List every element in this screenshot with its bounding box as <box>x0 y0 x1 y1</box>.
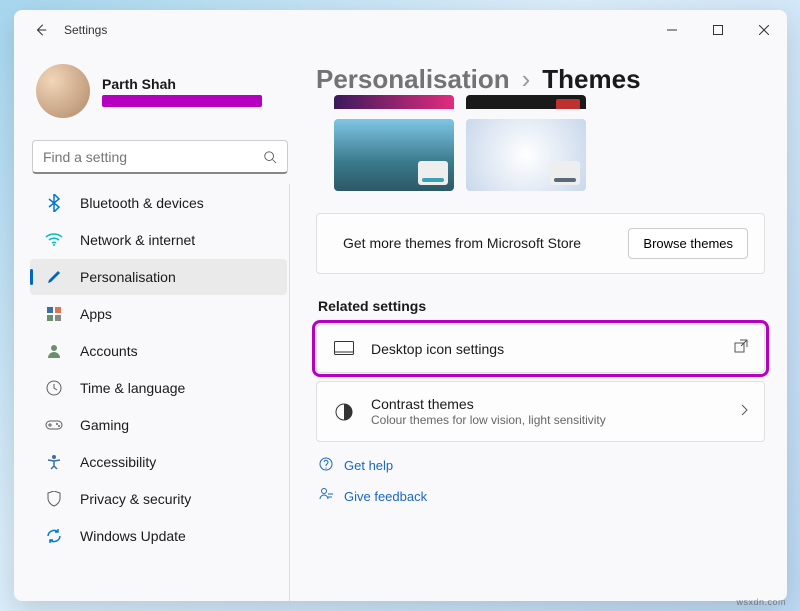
get-help-link[interactable]: Get help <box>316 450 765 481</box>
maximize-icon <box>713 25 723 35</box>
theme-thumbnail[interactable] <box>334 119 454 191</box>
nav-label: Accounts <box>80 343 138 359</box>
avatar <box>36 64 90 118</box>
breadcrumb-parent[interactable]: Personalisation <box>316 64 510 95</box>
user-email-redacted <box>102 95 262 107</box>
contrast-icon <box>333 403 355 421</box>
watermark: wsxdn.com <box>736 597 786 607</box>
user-name: Parth Shah <box>102 76 262 92</box>
sidebar-item-privacy[interactable]: Privacy & security <box>30 481 287 517</box>
update-icon <box>44 526 64 546</box>
sidebar-item-personalisation[interactable]: Personalisation <box>30 259 287 295</box>
sidebar-item-time[interactable]: Time & language <box>30 370 287 406</box>
app-title: Settings <box>64 23 107 37</box>
sidebar-item-gaming[interactable]: Gaming <box>30 407 287 443</box>
link-label: Get help <box>344 458 393 473</box>
close-icon <box>759 25 769 35</box>
person-icon <box>44 341 64 361</box>
window-controls <box>649 14 787 46</box>
browse-themes-button[interactable]: Browse themes <box>628 228 748 259</box>
back-button[interactable] <box>24 13 58 47</box>
theme-thumbnail[interactable] <box>334 95 454 109</box>
wifi-icon <box>44 230 64 250</box>
maximize-button[interactable] <box>695 14 741 46</box>
accessibility-icon <box>44 452 64 472</box>
nav-label: Apps <box>80 306 112 322</box>
store-row: Get more themes from Microsoft Store Bro… <box>316 213 765 274</box>
search-icon <box>263 150 277 164</box>
sidebar-item-update[interactable]: Windows Update <box>30 518 287 554</box>
theme-thumbnail[interactable] <box>466 95 586 109</box>
related-settings-heading: Related settings <box>318 298 765 314</box>
user-block[interactable]: Parth Shah <box>30 58 290 132</box>
card-subtitle: Colour themes for low vision, light sens… <box>371 413 740 427</box>
nav-label: Time & language <box>80 380 185 396</box>
sidebar-item-apps[interactable]: Apps <box>30 296 287 332</box>
open-external-icon <box>734 339 748 358</box>
gaming-icon <box>44 415 64 435</box>
arrow-left-icon <box>34 23 48 37</box>
nav-label: Personalisation <box>80 269 176 285</box>
chevron-right-icon <box>740 403 748 421</box>
desktop-icon-settings-card[interactable]: Desktop icon settings <box>316 324 765 373</box>
titlebar: Settings <box>14 10 787 50</box>
desktop-icon <box>333 341 355 357</box>
clock-icon <box>44 378 64 398</box>
nav-label: Accessibility <box>80 454 156 470</box>
shield-icon <box>44 489 64 509</box>
search-box[interactable] <box>32 140 288 174</box>
theme-grid-row2 <box>316 119 765 191</box>
nav-label: Privacy & security <box>80 491 191 507</box>
sidebar: Parth Shah Bluetooth & devices Network &… <box>14 50 302 601</box>
sidebar-item-bluetooth[interactable]: Bluetooth & devices <box>30 185 287 221</box>
minimize-button[interactable] <box>649 14 695 46</box>
sidebar-item-accessibility[interactable]: Accessibility <box>30 444 287 480</box>
link-label: Give feedback <box>344 489 427 504</box>
minimize-icon <box>667 25 677 35</box>
paintbrush-icon <box>44 267 64 287</box>
bluetooth-icon <box>44 193 64 213</box>
close-button[interactable] <box>741 14 787 46</box>
nav-label: Windows Update <box>80 528 186 544</box>
card-title: Desktop icon settings <box>371 341 734 357</box>
feedback-icon <box>318 487 334 506</box>
card-title: Contrast themes <box>371 396 740 412</box>
contrast-themes-card[interactable]: Contrast themes Colour themes for low vi… <box>316 381 765 442</box>
content-area: Personalisation › Themes <box>302 50 787 601</box>
sidebar-item-accounts[interactable]: Accounts <box>30 333 287 369</box>
store-text: Get more themes from Microsoft Store <box>333 234 628 253</box>
nav-list: Bluetooth & devices Network & internet P… <box>30 184 290 601</box>
search-input[interactable] <box>43 149 263 165</box>
nav-label: Gaming <box>80 417 129 433</box>
nav-label: Network & internet <box>80 232 195 248</box>
chevron-right-icon: › <box>522 64 531 95</box>
breadcrumb-current: Themes <box>542 64 640 95</box>
theme-thumbnail[interactable] <box>466 119 586 191</box>
apps-icon <box>44 304 64 324</box>
sidebar-item-network[interactable]: Network & internet <box>30 222 287 258</box>
help-icon <box>318 456 334 475</box>
nav-label: Bluetooth & devices <box>80 195 204 211</box>
give-feedback-link[interactable]: Give feedback <box>316 481 765 512</box>
settings-window: Settings Parth Shah Blueto <box>14 10 787 601</box>
